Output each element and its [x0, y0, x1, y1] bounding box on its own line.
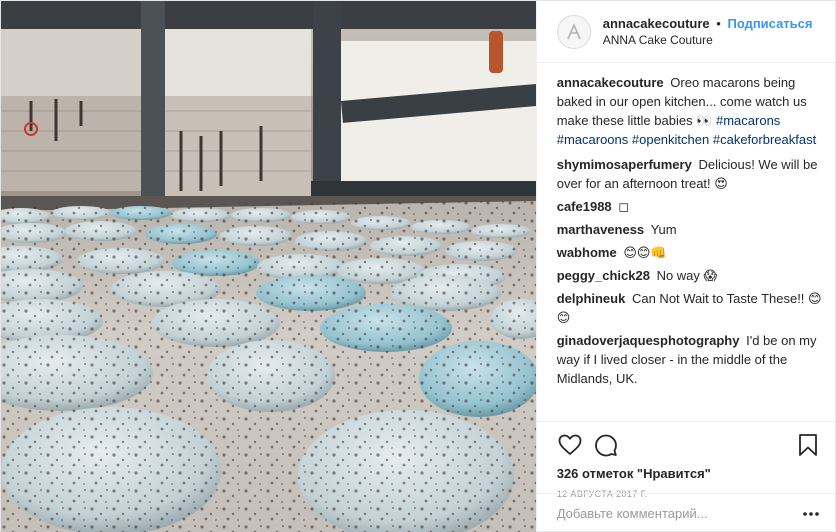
avatar-placeholder-icon — [566, 22, 581, 39]
hashtag-link[interactable]: #openkitchen — [632, 132, 709, 147]
comments-list: annacakecouture Oreo macarons being bake… — [537, 63, 835, 421]
follow-button[interactable]: Подписаться — [727, 16, 812, 31]
comment-input[interactable] — [556, 506, 799, 521]
comment-text: No way 😱 — [656, 268, 718, 283]
comment-item: cafe1988 ◻ — [557, 197, 823, 216]
comment-item: delphineuk Can Not Wait to Taste These!!… — [557, 289, 823, 327]
heart-icon — [558, 434, 582, 455]
comment-item: ginadoverjaquesphotography I'd be on my … — [557, 331, 823, 388]
comment-username[interactable]: wabhome — [557, 245, 617, 260]
comment-item: peggy_chick28 No way 😱 — [557, 266, 823, 285]
comment-username[interactable]: peggy_chick28 — [557, 268, 650, 283]
comment-text: Yum — [650, 222, 677, 237]
hashtag-link[interactable]: #macarons — [716, 113, 780, 128]
speech-bubble-icon — [594, 434, 617, 457]
comment-button[interactable] — [593, 432, 619, 458]
comment-username[interactable]: marthaveness — [557, 222, 644, 237]
hashtag-link[interactable]: #macaroons — [557, 132, 629, 147]
header-subtitle[interactable]: ANNA Cake Couture — [603, 32, 813, 49]
comment-item: wabhome 😊😊👊 — [557, 243, 823, 262]
header-username[interactable]: annacakecouture — [603, 16, 710, 31]
bookmark-icon — [799, 434, 817, 456]
post-caption: annacakecouture Oreo macarons being bake… — [557, 73, 823, 149]
comment-item: marthaveness Yum — [557, 220, 823, 239]
post-photo[interactable] — [1, 1, 536, 532]
caption-username[interactable]: annacakecouture — [557, 75, 664, 90]
ellipsis-icon — [803, 511, 819, 516]
add-comment-bar — [536, 493, 835, 532]
comment-username[interactable]: ginadoverjaquesphotography — [557, 333, 740, 348]
macarons-photo-illustration — [1, 1, 536, 532]
instagram-post: annacakecouture • Подписаться ANNA Cake … — [0, 0, 836, 532]
more-options-button[interactable] — [799, 511, 823, 517]
header-top-line: annacakecouture • Подписаться — [603, 15, 813, 32]
like-button[interactable] — [557, 432, 583, 458]
comment-username[interactable]: cafe1988 — [557, 199, 612, 214]
save-button[interactable] — [795, 432, 821, 458]
hashtag-link[interactable]: #cakeforbreakfast — [713, 132, 816, 147]
comment-username[interactable]: delphineuk — [557, 291, 626, 306]
comment-item: shymimosaperfumery Delicious! We will be… — [557, 155, 823, 193]
comment-text: 😊😊👊 — [623, 245, 667, 260]
likes-count[interactable]: 326 отметок "Нравится" — [557, 466, 821, 481]
comment-text: ◻ — [618, 199, 630, 214]
post-header: annacakecouture • Подписаться ANNA Cake … — [536, 1, 835, 63]
comment-username[interactable]: shymimosaperfumery — [557, 157, 692, 172]
separator-dot: • — [716, 15, 721, 31]
action-bar — [557, 430, 821, 460]
post-footer: 326 отметок "Нравится" 12 августа 2017 г… — [536, 421, 835, 532]
header-text: annacakecouture • Подписаться ANNA Cake … — [603, 15, 813, 49]
avatar[interactable] — [556, 14, 591, 49]
post-sidebar: annacakecouture • Подписаться ANNA Cake … — [535, 1, 835, 532]
